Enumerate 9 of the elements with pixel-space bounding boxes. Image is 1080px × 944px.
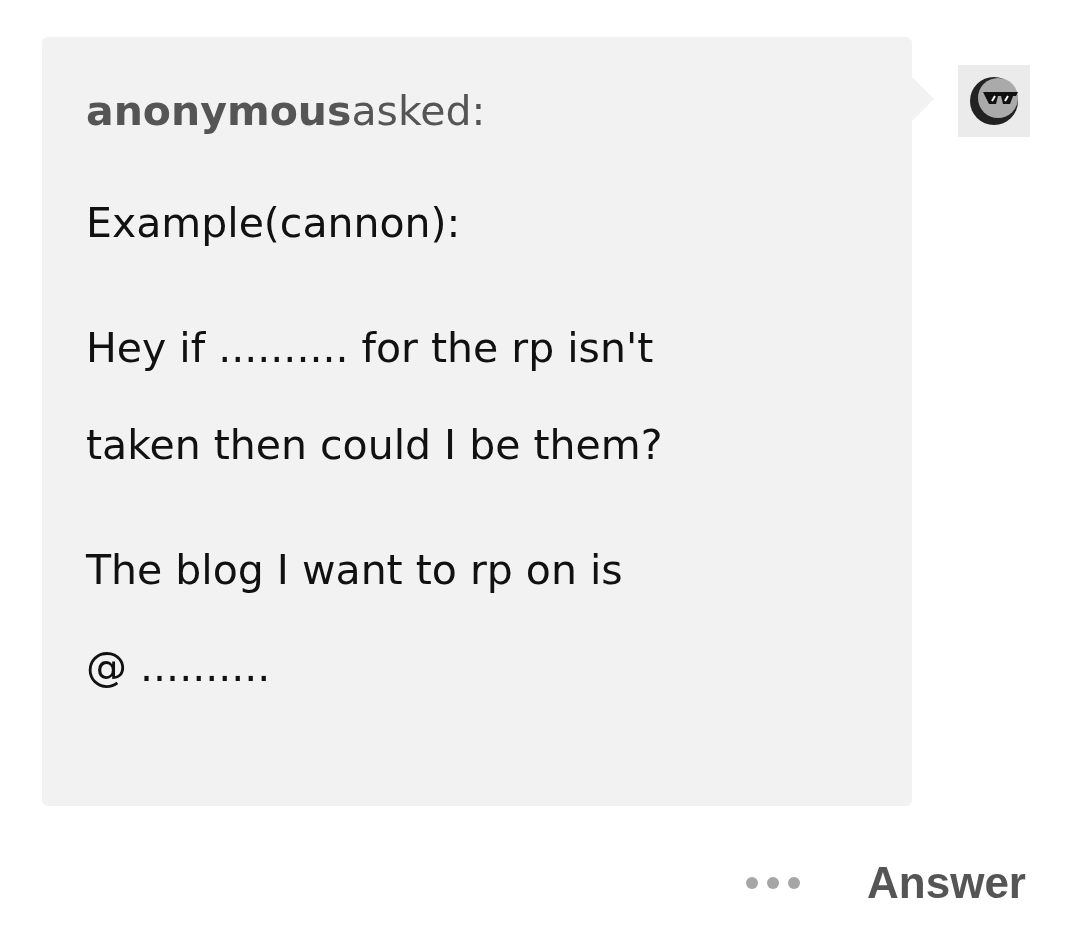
avatar-icon[interactable]	[958, 65, 1030, 137]
question-text: Hey if .......... for the rp isn't	[86, 323, 654, 374]
question-text: Example(cannon):	[86, 198, 461, 249]
question-text: @ ..........	[86, 642, 271, 693]
asker-name: anonymous	[86, 87, 352, 135]
question-text: taken then could I be them?	[86, 420, 663, 471]
answer-button[interactable]: Answer	[867, 858, 1026, 908]
asked-label: asked:	[351, 87, 486, 135]
question-text: The blog I want to rp on is	[86, 545, 623, 596]
